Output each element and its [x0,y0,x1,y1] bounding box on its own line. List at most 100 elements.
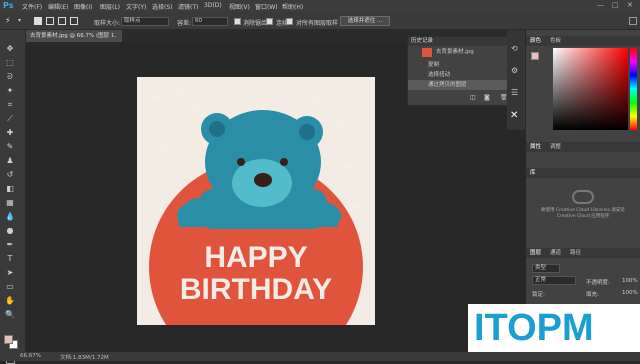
bear-right-eye [280,158,288,166]
crop-tool-icon[interactable]: ⌗ [3,100,17,110]
history-item-label: 复制 [428,62,440,68]
history-brush-icon[interactable]: ↺ [3,170,17,180]
history-item-label: 通过拷贝的图层 [428,82,467,88]
options-bar: ⚡ ▾ 取样大小: 取样点 容差: 60 消除锯齿 连续 对所有图层取样 选择并… [0,12,640,30]
layer-filter-select[interactable]: 类型 [532,264,560,273]
bear-left-eye [237,158,245,166]
menu-3d[interactable]: 3D(D) [204,2,222,9]
sample-size-select[interactable]: 取样点 [121,17,169,26]
hand-tool-icon[interactable]: ✋ [3,296,17,306]
history-panel-icon[interactable]: ⟲ [511,44,518,53]
menu-window[interactable]: 窗口(W) [255,2,278,11]
antialias-checkbox[interactable] [234,18,241,25]
lock-label: 锁定: [532,292,545,298]
foreground-color-swatch[interactable] [4,335,13,344]
menu-file[interactable]: 文件(F) [22,2,42,11]
minimize-icon[interactable]: — [597,1,604,9]
maximize-icon[interactable]: □ [612,1,619,9]
clone-stamp-icon[interactable]: ♟ [3,156,17,166]
pen-tool-icon[interactable]: ✒ [3,240,17,250]
adjust-panel-icon[interactable]: ☰ [511,88,518,97]
status-bar: 66.67% 文档:1.83M/1.72M [0,352,640,361]
tab-adjustments[interactable]: 调整 [550,142,561,152]
blend-mode-select[interactable]: 正常 [532,276,576,285]
close-icon[interactable]: ✕ [627,1,633,9]
document-tab[interactable]: 去背景素材.jpg @ 66.7% (图层 1, RGB/8#) * [26,30,122,51]
close-panel-icon[interactable]: ✕ [510,110,518,121]
history-item-label: 选择扭动 [428,72,451,78]
properties-panel-tabs: 属性 调整 [526,142,640,152]
artwork-happy-text: HAPPY [204,241,307,274]
intersect-selection-icon[interactable] [70,17,78,25]
bear-nose [254,173,272,187]
libraries-panel-tabs: 库 [526,168,640,178]
sample-all-layers-label: 对所有图层取样 [296,20,339,27]
tools-panel: ✥ ⬚ ᘐ ✦ ⌗ ⟋ ✚ ✎ ♟ ↺ ◧ ▦ 💧 ● ✒ T ➤ ▭ ✋ 🔍 [0,30,26,364]
chevron-down-icon[interactable]: ▾ [18,17,21,24]
menu-view[interactable]: 视图(V) [229,2,250,11]
fill-value[interactable]: 100% [622,290,638,296]
eyedropper-tool-icon[interactable]: ⟋ [3,114,17,124]
photoshop-logo: Ps [3,1,14,10]
menu-layer[interactable]: 图层(L) [100,2,120,11]
gradient-tool-icon[interactable]: ▦ [3,198,17,208]
new-snapshot-icon[interactable]: ◫ [470,94,476,101]
rectangle-tool-icon[interactable]: ▭ [3,282,17,292]
cc-install-message: 要使用 Creative Cloud Libraries,请安装 Creativ… [541,208,625,219]
tab-layers[interactable]: 图层 [530,248,541,258]
menu-help[interactable]: 帮助(H) [282,2,303,11]
properties-panel-icon[interactable]: ⚙ [511,66,518,75]
menu-edit[interactable]: 编辑(E) [48,2,68,11]
sample-size-label: 取样大小: [94,20,121,27]
zoom-level[interactable]: 66.67% [20,353,41,359]
tolerance-input[interactable]: 60 [192,17,228,26]
contiguous-checkbox[interactable] [266,18,273,25]
tab-color[interactable]: 颜色 [530,36,541,46]
subtract-selection-icon[interactable] [58,17,66,25]
tab-swatches[interactable]: 色板 [550,36,561,46]
menu-select[interactable]: 选择(S) [152,2,173,11]
tab-channels[interactable]: 通道 [550,248,561,258]
opacity-label: 不透明度: [586,280,610,286]
blur-tool-icon[interactable]: 💧 [3,212,17,222]
menu-filter[interactable]: 滤镜(T) [178,2,198,11]
history-snapshot-label: 去背景素材.jpg [436,49,474,55]
menu-type[interactable]: 文字(Y) [126,2,146,11]
itopm-watermark: ITOPM [468,304,640,352]
move-tool-icon[interactable]: ✥ [3,44,17,54]
color-picker-field[interactable] [553,48,628,130]
eraser-tool-icon[interactable]: ◧ [3,184,17,194]
sample-all-layers-checkbox[interactable] [286,18,293,25]
tab-paths[interactable]: 路径 [570,248,581,258]
marquee-tool-icon[interactable]: ⬚ [3,58,17,68]
zoom-tool-icon[interactable]: 🔍 [3,310,17,320]
color-foreground-swatch[interactable] [531,52,539,60]
magic-wand-icon[interactable]: ✦ [3,86,17,96]
document-canvas[interactable]: HAPPY BIRTHDAY [137,77,375,325]
tab-properties[interactable]: 属性 [530,142,541,152]
type-tool-icon[interactable]: T [3,254,17,264]
color-panel-tabs: 颜色 色板 [526,36,640,46]
hue-slider[interactable] [630,48,637,130]
new-selection-icon[interactable] [34,17,42,25]
antialias-label: 消除锯齿 [243,20,268,27]
magic-wand-tool-icon[interactable]: ⚡ [5,16,11,25]
brush-tool-icon[interactable]: ✎ [3,142,17,152]
add-selection-icon[interactable] [46,17,54,25]
tolerance-label: 容差: [177,20,192,27]
workspace-icon[interactable] [629,17,637,25]
tab-libraries[interactable]: 库 [530,168,536,178]
menu-image[interactable]: 图像(I) [74,2,92,11]
lasso-tool-icon[interactable]: ᘐ [3,72,17,82]
opacity-value[interactable]: 100% [622,278,638,284]
camera-icon[interactable]: ◙ [484,94,490,101]
menu-bar: Ps 文件(F) 编辑(E) 图像(I) 图层(L) 文字(Y) 选择(S) 滤… [0,0,640,12]
path-selection-icon[interactable]: ➤ [3,268,17,278]
select-and-mask-button[interactable]: 选择并遮住 ... [340,16,390,26]
creative-cloud-icon [572,190,594,204]
healing-brush-icon[interactable]: ✚ [3,128,17,138]
watermark-text: ITOPM [474,307,594,349]
dodge-tool-icon[interactable]: ● [3,226,17,236]
panel-dock-strip: ⟲ ⚙ ☰ ✕ [507,30,525,130]
fill-label: 填充: [586,292,599,298]
